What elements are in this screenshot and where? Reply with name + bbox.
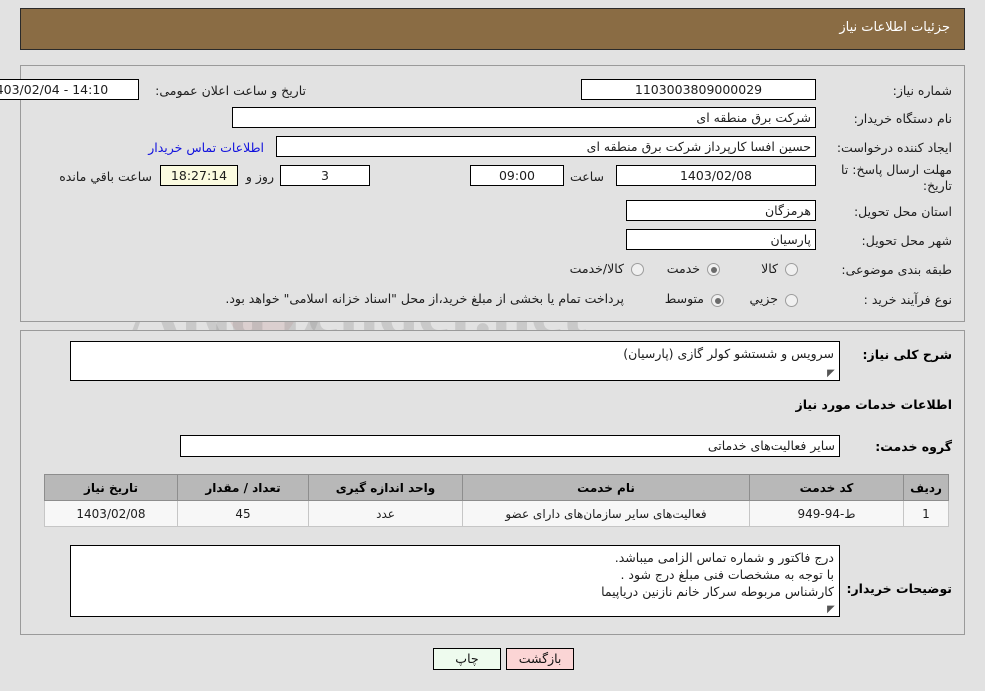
general-description-text: سرویس و شستشو کولر گازی (پارسیان): [623, 346, 834, 361]
col-code: کد خدمت: [749, 474, 904, 501]
delivery-city-label: شهر محل تحویل:: [861, 233, 952, 248]
subject-classification-label: طبقه بندی موضوعی:: [841, 262, 952, 277]
request-creator-label: ایجاد کننده درخواست:: [836, 140, 952, 155]
buyer-note-line: کارشناس مربوطه سرکار خانم نازنین دریاپیم…: [601, 584, 834, 599]
services-section-title: اطلاعات خدمات مورد نیاز: [795, 397, 953, 412]
cell-unit: عدد: [308, 500, 463, 527]
request-creator-value: حسین افسا کارپرداز شرکت برق منطقه ای: [276, 136, 816, 157]
table-row: 1 ط-94-949 فعالیت‌های سایر سازمان‌های دا…: [44, 500, 949, 527]
countdown-label: ساعت باقي مانده: [59, 169, 152, 184]
deadline-time-value: 09:00: [470, 165, 564, 186]
cell-name: فعالیت‌های سایر سازمان‌های دارای عضو: [462, 500, 750, 527]
radio-classification-khedmat[interactable]: [707, 263, 720, 276]
response-deadline-label: مهلت ارسال پاسخ: تا تاریخ:: [841, 162, 952, 193]
buyer-org-label: نام دستگاه خریدار:: [853, 111, 952, 126]
radio-purchase-motavaset-label: متوسط: [664, 291, 704, 306]
col-date: تاریخ نیاز: [44, 474, 178, 501]
cell-code: ط-94-949: [749, 500, 904, 527]
cell-qty: 45: [177, 500, 309, 527]
remaining-days-value: 3: [280, 165, 370, 186]
deadline-date-value: 1403/02/08: [616, 165, 816, 186]
print-button[interactable]: چاپ: [432, 648, 501, 670]
general-description-label: شرح کلی نیاز:: [862, 347, 952, 362]
col-unit: واحد اندازه گیری: [308, 474, 463, 501]
radio-classification-kala-label: کالا: [761, 261, 778, 276]
radio-classification-kala-khedmat-label: کالا/خدمت: [569, 261, 624, 276]
radio-purchase-jozee-label: جزیي: [749, 291, 778, 306]
buyer-note-line: با توجه به مشخصات فنی مبلغ درج شود .: [620, 567, 834, 582]
purchase-process-label: نوع فرآیند خرید :: [863, 292, 952, 307]
purchase-note-text: پرداخت تمام یا بخشی از مبلغ خرید،از محل …: [225, 291, 624, 306]
services-table: ردیف کد خدمت نام خدمت واحد اندازه گیری ت…: [44, 474, 949, 527]
delivery-city-value: پارسیان: [626, 229, 816, 250]
remaining-days-label: روز و: [245, 169, 274, 184]
delivery-province-label: استان محل تحویل:: [853, 204, 952, 219]
need-number-label: شماره نیاز:: [892, 83, 952, 98]
col-name: نام خدمت: [462, 474, 750, 501]
radio-classification-kala[interactable]: [785, 263, 798, 276]
buyer-notes-value[interactable]: درج فاکتور و شماره تماس الزامی میباشد. ب…: [70, 545, 840, 617]
announce-datetime-label: تاریخ و ساعت اعلان عمومی:: [155, 83, 306, 98]
col-qty: تعداد / مقدار: [177, 474, 309, 501]
need-number-value: 1103003809000029: [581, 79, 816, 100]
cell-row: 1: [903, 500, 949, 527]
need-summary-panel: شماره نیاز: 1103003809000029 تاریخ و ساع…: [0, 65, 965, 322]
page-header: جزئیات اطلاعات نیاز: [20, 8, 965, 50]
radio-purchase-motavaset[interactable]: [711, 294, 724, 307]
back-button[interactable]: بازگشت: [506, 648, 575, 670]
table-header-row: ردیف کد خدمت نام خدمت واحد اندازه گیری ت…: [44, 474, 949, 501]
service-group-label: گروه خدمت:: [875, 439, 952, 454]
announce-datetime-value: 14:10 - 1403/02/04: [0, 79, 139, 100]
page-title: جزئیات اطلاعات نیاز: [839, 20, 950, 35]
button-bar: بازگشت چاپ: [0, 648, 985, 670]
buyer-contact-link[interactable]: اطلاعات تماس خریدار: [148, 140, 264, 155]
resize-handle-icon[interactable]: ◥: [827, 604, 837, 615]
col-row: ردیف: [903, 474, 949, 501]
buyer-org-value: شرکت برق منطقه ای: [232, 107, 816, 128]
cell-date: 1403/02/08: [44, 500, 178, 527]
radio-classification-khedmat-label: خدمت: [666, 261, 700, 276]
buyer-notes-label: توضیحات خریدار:: [846, 581, 952, 596]
service-group-value: سایر فعالیت‌های خدماتی: [180, 435, 840, 457]
deadline-hour-label: ساعت: [569, 169, 604, 184]
radio-purchase-jozee[interactable]: [785, 294, 798, 307]
general-description-value[interactable]: سرویس و شستشو کولر گازی (پارسیان) ◥: [70, 341, 840, 381]
radio-classification-kala-khedmat[interactable]: [631, 263, 644, 276]
buyer-note-line: درج فاکتور و شماره تماس الزامی میباشد.: [614, 550, 834, 565]
countdown-value: 18:27:14: [160, 165, 238, 186]
resize-handle-icon[interactable]: ◥: [827, 368, 837, 379]
delivery-province-value: هرمزگان: [626, 200, 816, 221]
